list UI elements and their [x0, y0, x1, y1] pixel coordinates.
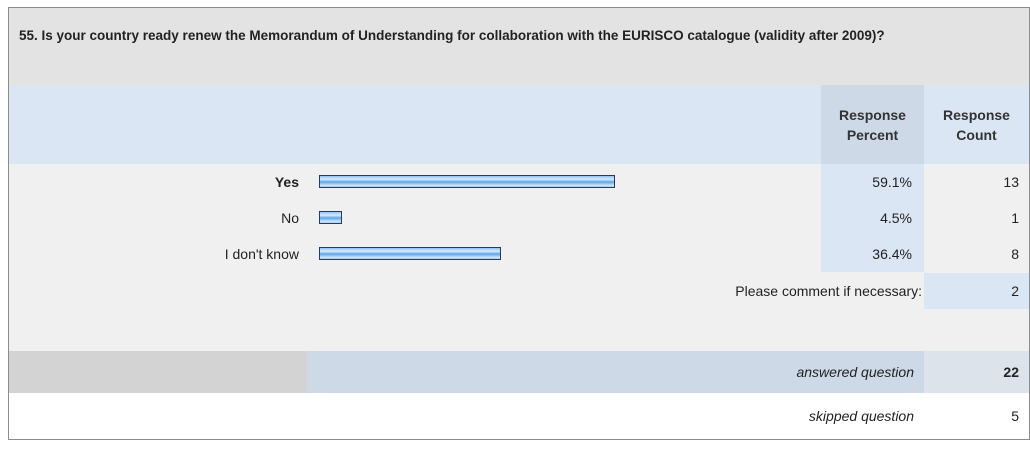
comment-link[interactable]: Please comment if necessary:: [735, 273, 922, 309]
skipped-count: 5: [1011, 408, 1019, 424]
comment-count: 2: [924, 273, 1029, 309]
header-response-count: Response Count: [943, 107, 1010, 143]
answer-label: No: [281, 210, 299, 226]
comment-row: Please comment if necessary: 2: [9, 273, 1029, 351]
answered-label: answered question: [796, 364, 914, 380]
response-count: 13: [1003, 174, 1019, 190]
response-bar: [319, 175, 615, 188]
response-bar: [319, 247, 501, 260]
response-percent: 59.1%: [821, 164, 924, 200]
answered-row: answered question 22: [9, 351, 1029, 393]
table-header: Response Percent Response Count: [9, 85, 1029, 164]
answered-count: 22: [924, 351, 1029, 393]
response-percent: 4.5%: [821, 200, 924, 236]
header-response-percent: Response Percent: [821, 85, 924, 164]
answer-row-yes: Yes 59.1% 13: [9, 164, 1029, 200]
question-title: 55. Is your country ready renew the Memo…: [9, 8, 1029, 85]
response-bar: [319, 211, 342, 224]
survey-question-panel: 55. Is your country ready renew the Memo…: [8, 7, 1030, 440]
answer-row-dont-know: I don't know 36.4% 8: [9, 236, 1029, 272]
skipped-row: skipped question 5: [9, 393, 1029, 439]
answer-label: I don't know: [224, 246, 299, 262]
answer-label: Yes: [274, 174, 299, 190]
response-count: 8: [1011, 246, 1019, 262]
response-percent: 36.4%: [821, 236, 924, 272]
skipped-label: skipped question: [808, 408, 914, 424]
response-count: 1: [1011, 210, 1019, 226]
answer-row-no: No 4.5% 1: [9, 200, 1029, 236]
